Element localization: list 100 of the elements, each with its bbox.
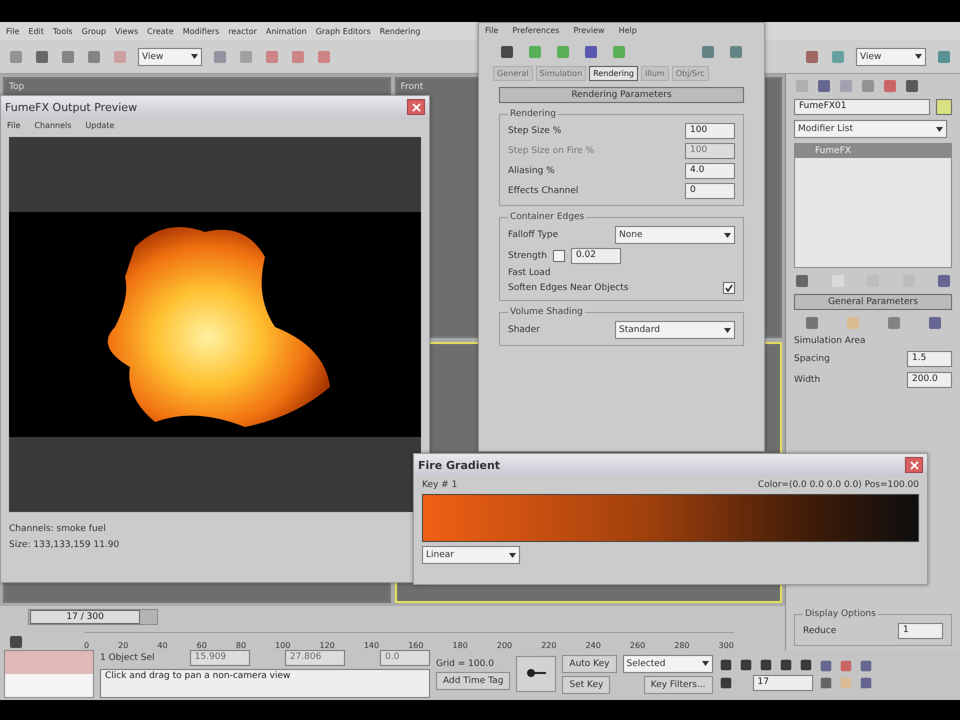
grid-size-label: Grid = 100.0 [436,658,495,668]
frame-tick-label: 140 [364,641,380,650]
spinner-field[interactable]: 200.0 [907,372,952,388]
strength-checkbox[interactable] [552,250,565,262]
menu-item[interactable]: Animation [266,26,307,36]
field-label: Strength [508,251,547,261]
spinner-field[interactable]: 1.5 [907,351,952,367]
frame-tick-label: 120 [320,641,335,650]
menu-item[interactable]: Views [114,26,138,36]
selection-status: 1 Object Sel [100,653,155,663]
info-text: Size: 133,133,159 11.90 [9,540,120,550]
field-label: Step Size on Fire % [508,146,594,156]
menu-item[interactable]: reactor [228,26,257,36]
rollout-header[interactable]: General Parameters [794,294,952,310]
menu-item[interactable]: Preferences [512,26,560,35]
menu-item[interactable]: File [6,26,20,36]
close-button[interactable] [407,99,425,115]
color-gradient-bar[interactable] [422,494,919,542]
field-label: Spacing [794,354,830,364]
spinner-field[interactable]: 100 [685,123,735,139]
menu-item[interactable]: Rendering [380,26,420,36]
field-label: Effects Channel [508,186,578,196]
shader-dropdown[interactable]: Standard [615,321,735,339]
close-icon [412,102,420,112]
menu-item[interactable]: Edit [28,26,44,36]
reference-dropdown[interactable]: View [138,48,202,66]
menu-item[interactable]: Create [147,26,174,36]
spinner-field[interactable]: 1 [898,623,943,639]
menu-item[interactable]: File [7,121,20,130]
field-label: Aliasing % [508,166,555,176]
x-coordinate-field[interactable]: 15.909 [190,650,250,666]
frame-tick-label: 60 [196,641,207,650]
z-coordinate-field[interactable]: 0.0 [380,650,430,666]
menu-item[interactable]: Channels [34,121,72,130]
close-icon [910,460,918,470]
frame-tick-label: 100 [275,641,290,650]
interpolation-dropdown[interactable]: Linear [422,546,520,564]
auto-key-button[interactable]: Auto Key [562,654,616,672]
frame-tick-label: 260 [630,641,646,650]
section-label: Simulation Area [794,336,867,346]
rollout-header[interactable]: Rendering Parameters [499,87,744,103]
render-view-dropdown[interactable]: View [856,48,926,66]
caret-icon [724,328,731,332]
window-title: FumeFX Output Preview [5,100,138,114]
time-slider-thumb[interactable]: 17 / 300 [30,610,140,624]
caret-icon [915,54,922,59]
falloff-type-dropdown[interactable]: None [615,226,735,244]
info-text: Channels: smoke fuel [9,524,107,534]
section-label: Fast Load [508,268,552,278]
frame-tick-label: 0 [84,641,90,650]
add-time-tag-button[interactable]: Add Time Tag [436,672,510,690]
object-name-field[interactable]: FumeFX01 [794,99,930,115]
field-label: Step Size % [508,126,562,136]
field-label: Soften Edges Near Objects [508,283,628,293]
menu-item[interactable]: Group [82,26,106,36]
menu-item[interactable]: File [485,26,498,35]
group-title: Volume Shading [509,307,584,317]
group-title: Rendering [509,109,557,119]
checkmark-icon [725,284,733,292]
frame-tick-label: 160 [408,641,424,650]
frame-tick-label: 220 [541,641,556,650]
frame-tick-label: 240 [586,641,601,650]
set-key-mode-button[interactable]: Set Key [562,676,610,694]
set-key-button[interactable] [516,656,556,692]
key-mode-dropdown[interactable]: Selected [622,654,712,672]
caret-icon [191,54,198,59]
close-button[interactable] [905,457,923,473]
key-number-label: Key # 1 [422,480,458,490]
current-frame-field[interactable]: 17 [752,674,812,690]
frame-tick-label: 180 [452,641,468,650]
menu-item[interactable]: Tools [52,26,73,36]
frame-tick-label: 80 [236,641,246,650]
menu-item[interactable]: Modifiers [182,26,220,36]
modifier-list-dropdown[interactable]: Modifier List [794,120,947,138]
spinner-field[interactable]: 4.0 [685,163,735,179]
field-label: Shader [508,325,540,335]
field-label: Reduce [803,626,836,636]
caret-icon [936,126,943,132]
time-slider[interactable]: 17 / 300 [28,609,158,625]
soften-edges-checkbox[interactable] [723,282,735,294]
caret-icon [724,232,731,238]
caret-icon [509,552,516,558]
frame-tick-label: 20 [118,641,128,650]
group-title: Display Options [804,609,877,619]
frame-tick-label: 200 [496,641,512,650]
menu-item[interactable]: Help [618,26,637,35]
frame-tick-label: 280 [674,641,690,650]
key-filters-button[interactable]: Key Filters... [644,676,712,694]
object-color-swatch[interactable] [936,99,952,115]
spinner-field[interactable]: 0 [685,183,735,199]
y-coordinate-field[interactable]: 27.806 [284,650,345,666]
spinner-field[interactable]: 0.02 [570,248,621,264]
frame-tick-label: 40 [157,641,168,650]
dialog-tab[interactable]: Rendering [589,66,638,81]
menu-item[interactable]: Update [85,121,114,130]
caret-icon [702,661,708,666]
key-info-label: Color=(0.0 0.0 0.0 0.0) Pos=100.00 [758,480,919,490]
menu-item[interactable]: Preview [573,26,605,35]
menu-item[interactable]: Graph Editors [316,26,371,36]
window-title: Fire Gradient [418,458,500,472]
